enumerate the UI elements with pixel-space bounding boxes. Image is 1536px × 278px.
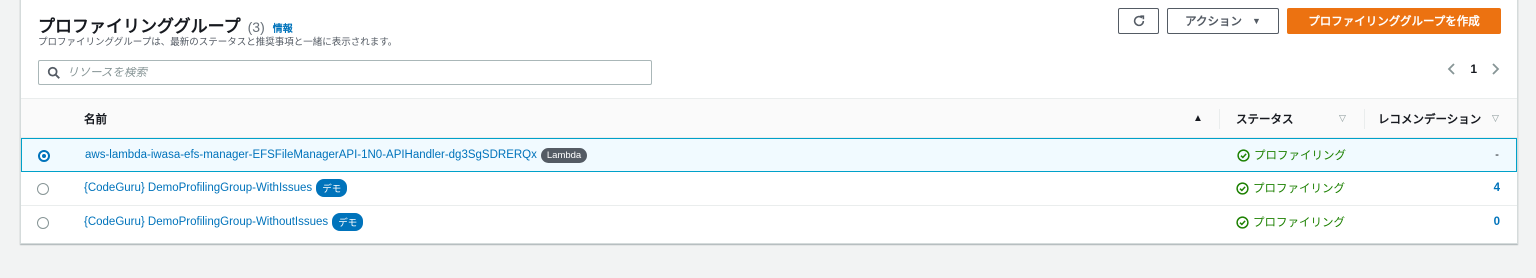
refresh-icon [1133,15,1144,27]
demo-badge: デモ [332,213,364,231]
refresh-button[interactable] [1118,8,1159,34]
sort-ascending-icon[interactable]: ▲ [1193,113,1203,124]
column-header-status[interactable]: ステータス [1236,99,1294,139]
demo-badge: デモ [316,179,348,197]
status-cell: プロファイリング [1236,172,1345,204]
table-row[interactable]: {CodeGuru} DemoProfilingGroup-WithIssues… [21,172,1517,206]
current-page-number[interactable]: 1 [1470,62,1477,76]
column-divider [1364,109,1365,129]
column-header-name[interactable]: 名前 [84,99,107,139]
sort-icon[interactable]: ▽ [1339,113,1346,124]
recommendations-cell: 0 [1494,206,1500,238]
profiling-groups-panel: プロファイリンググループ (3) 情報 プロファイリンググループは、最新のステー… [20,0,1518,244]
row-select-radio[interactable] [37,217,49,229]
row-select-radio[interactable] [37,183,49,195]
info-link[interactable]: 情報 [273,20,293,35]
status-text: プロファイリング [1253,217,1345,229]
status-ok-icon [1236,215,1249,229]
column-divider [1219,109,1220,129]
search-icon [47,66,60,79]
profiling-group-link[interactable]: aws-lambda-iwasa-efs-manager-EFSFileMana… [85,149,537,161]
pagination: 1 [1446,62,1501,76]
actions-label: アクション [1185,16,1242,28]
column-header-recommendations[interactable]: レコメンデーション [1378,99,1481,139]
chevron-left-icon[interactable] [1446,62,1458,76]
column-name-label: 名前 [84,114,107,126]
column-status-label: ステータス [1236,114,1294,126]
status-text: プロファイリング [1254,150,1346,162]
table-row[interactable]: {CodeGuru} DemoProfilingGroup-WithoutIss… [21,206,1517,240]
actions-dropdown-button[interactable]: アクション ▼ [1167,8,1279,34]
group-count: (3) [247,19,265,35]
page-description: プロファイリンググループは、最新のステータスと推奨事項と一緒に表示されます。 [38,37,398,48]
name-cell: {CodeGuru} DemoProfilingGroup-WithIssues… [84,172,348,204]
recommendations-cell: - [1495,139,1499,171]
caret-down-icon: ▼ [1252,16,1261,26]
profiling-group-link[interactable]: {CodeGuru} DemoProfilingGroup-WithIssues [84,182,312,194]
lambda-badge: Lambda [540,147,588,163]
recommendations-count-link[interactable]: 4 [1494,182,1500,194]
name-cell: aws-lambda-iwasa-efs-manager-EFSFileMana… [85,139,588,171]
row-select-radio[interactable] [38,150,50,162]
table-row[interactable]: aws-lambda-iwasa-efs-manager-EFSFileMana… [21,138,1517,172]
status-cell: プロファイリング [1237,139,1346,171]
search-box [38,60,652,85]
search-input[interactable] [67,66,627,79]
status-ok-icon [1236,181,1249,195]
sort-icon[interactable]: ▽ [1492,113,1499,124]
create-profiling-group-button[interactable]: プロファイリンググループを作成 [1287,8,1501,34]
name-cell: {CodeGuru} DemoProfilingGroup-WithoutIss… [84,206,364,238]
recommendations-count: - [1495,149,1499,161]
profiling-groups-table: 名前 ▲ ステータス ▽ レコメンデーション ▽ aws-lambda-iwas… [21,98,1517,240]
column-recommendations-label: レコメンデーション [1378,114,1482,126]
status-ok-icon [1237,148,1250,162]
chevron-right-icon[interactable] [1489,62,1501,76]
recommendations-cell: 4 [1494,172,1500,204]
profiling-group-link[interactable]: {CodeGuru} DemoProfilingGroup-WithoutIss… [84,216,328,228]
table-header: 名前 ▲ ステータス ▽ レコメンデーション ▽ [21,98,1517,138]
status-cell: プロファイリング [1236,206,1345,238]
recommendations-count-link[interactable]: 0 [1494,216,1500,228]
status-text: プロファイリング [1253,183,1345,195]
